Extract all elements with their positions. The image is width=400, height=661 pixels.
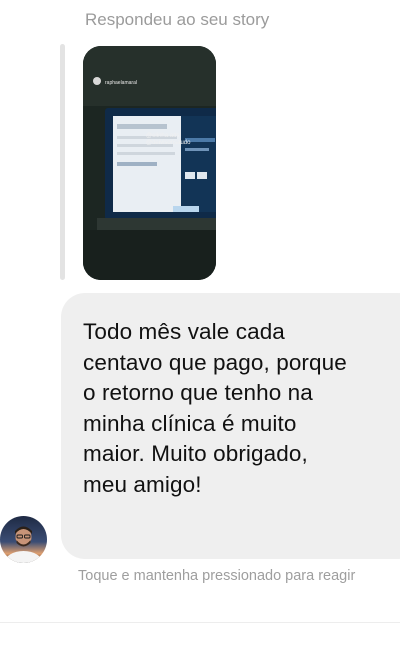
- avatar-photo: [0, 516, 47, 563]
- message-text: Todo mês vale cada centavo que pago, por…: [83, 319, 347, 497]
- story-username: raphaelamaral: [105, 80, 137, 86]
- divider: [0, 622, 400, 623]
- reaction-hint: Toque e mantenha pressionado para reagir: [78, 568, 356, 584]
- story-mention-text: @elinha.ads @deivisonsaudo: [146, 133, 191, 146]
- chat-thread: Respondeu ao seu story raphaelamaral @el…: [0, 0, 400, 661]
- replied-to-story-label: Respondeu ao seu story: [85, 10, 270, 29]
- reply-indicator-bar: [60, 44, 65, 280]
- message-bubble[interactable]: Todo mês vale cada centavo que pago, por…: [61, 293, 400, 559]
- sender-avatar[interactable]: [0, 516, 47, 563]
- story-image: [83, 46, 216, 280]
- story-thumbnail[interactable]: raphaelamaral @elinha.ads @deivisonsaudo: [83, 46, 216, 280]
